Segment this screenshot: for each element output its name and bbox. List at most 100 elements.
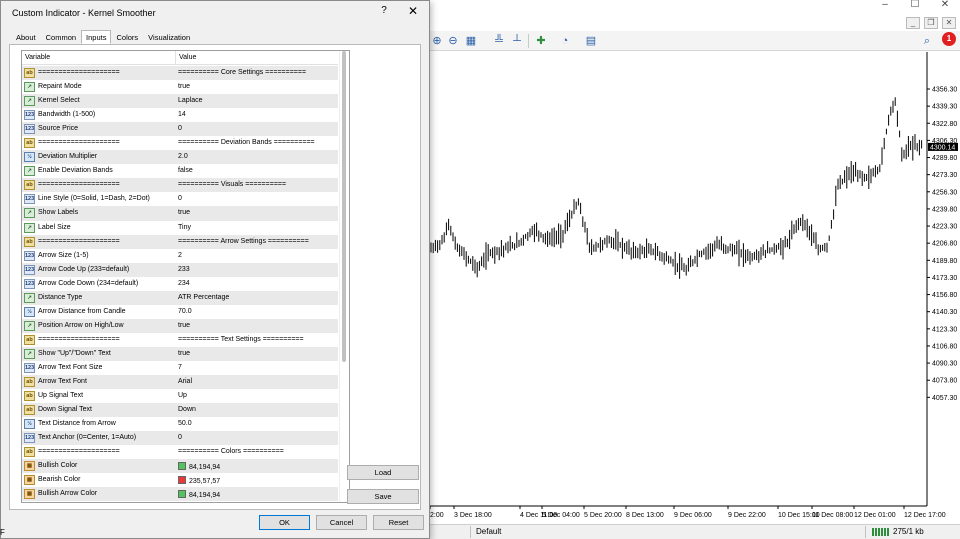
minimize-button[interactable]: – [870,0,900,12]
input-value[interactable]: 0 [178,434,182,441]
input-value[interactable]: ========== Colors ========== [178,448,284,455]
zoom-in-icon[interactable]: ⊕ [430,34,444,48]
tab-common[interactable]: Common [41,30,81,44]
input-row[interactable]: 123 Bandwidth (1-500) 14 [22,108,338,123]
notifications-icon[interactable]: 1 [942,32,956,46]
column-header-value[interactable]: Value [179,54,196,61]
input-row[interactable]: 123 Line Style (0=Solid, 1=Dash, 2=Dot) 0 [22,192,338,207]
period-separators-icon[interactable]: ┴ [510,34,524,48]
input-row[interactable]: 123 Text Anchor (0=Center, 1=Auto) 0 [22,431,338,446]
input-row[interactable]: 123 Arrow Size (1-5) 2 [22,248,338,263]
tab-visualization[interactable]: Visualization [143,30,195,44]
input-row[interactable]: ▦ Bearish Color 235,57,57 [22,473,338,488]
input-row[interactable]: ab Down Signal Text Down [22,403,338,418]
help-button[interactable]: ? [377,5,391,16]
input-row[interactable]: ↗ Enable Deviation Bands false [22,164,338,179]
input-value[interactable]: ========== Text Settings ========== [178,336,304,343]
input-value[interactable]: Arial [178,378,192,385]
input-row[interactable]: 123 Arrow Text Font Size 7 [22,360,338,376]
input-value[interactable]: 84,194,94 [178,490,220,499]
zoom-out-icon[interactable]: ⊖ [446,34,460,48]
input-value[interactable]: 235,57,57 [178,476,220,485]
scrollbar-thumb[interactable] [342,51,346,362]
chart-canvas[interactable]: 4356.304339.304322.804306.304289.804273.… [430,52,960,524]
tab-about[interactable]: About [11,30,41,44]
column-divider[interactable] [175,51,176,65]
input-value[interactable]: Tiny [178,224,191,231]
input-row[interactable]: ↗ Repaint Mode true [22,80,338,95]
input-row[interactable]: ½ Arrow Distance from Candle 70.0 [22,304,338,319]
input-value[interactable]: ========== Arrow Settings ========== [178,238,309,245]
input-row[interactable]: ½ Text Distance from Arrow 50.0 [22,417,338,432]
load-button[interactable]: Load [347,465,419,480]
templates-icon[interactable]: ▤ [584,34,598,48]
input-row[interactable]: ↗ Label Size Tiny [22,220,338,235]
reset-button[interactable]: Reset [373,515,424,530]
add-indicator-icon[interactable]: ✚ [534,34,548,48]
input-row[interactable]: 123 Arrow Code Up (233=default) 233 [22,262,338,277]
tab-inputs[interactable]: Inputs [81,30,112,44]
input-row[interactable]: ↗ Kernel Select Laplace [22,94,338,109]
input-row[interactable]: ▦ Bullish Color 84,194,94 [22,459,338,474]
input-value[interactable]: 2 [178,252,182,259]
input-value[interactable]: true [178,209,190,216]
close-dialog-button[interactable]: ✕ [405,4,421,18]
column-header-variable[interactable]: Variable [25,54,50,61]
input-row[interactable]: ab ==================== ========== Core Se… [22,66,338,81]
maximize-button[interactable]: ☐ [900,0,930,12]
input-row[interactable]: ab ==================== ========== Visuals… [22,178,338,193]
input-row[interactable]: ↗ Position Arrow on High/Low true [22,318,338,333]
input-row[interactable]: ½ Deviation Multiplier 2.0 [22,150,338,165]
input-value[interactable]: 7 [178,364,182,371]
input-row[interactable]: ab ==================== ========== Colors … [22,445,338,460]
input-row[interactable]: 123 Source Price 0 [22,122,338,137]
input-value[interactable]: Down [178,406,196,413]
input-value[interactable]: true [178,322,190,329]
input-value[interactable]: 70.0 [178,308,192,315]
input-row[interactable]: ↗ Show Labels true [22,206,338,221]
tile-windows-icon[interactable]: ▦ [464,34,478,48]
input-value[interactable]: 0 [178,195,182,202]
color-swatch[interactable] [178,490,186,499]
input-value[interactable]: false [178,167,193,174]
input-value[interactable]: ========== Core Settings ========== [178,69,306,76]
tab-colors[interactable]: Colors [111,30,143,44]
input-row[interactable]: 123 Arrow Code Down (234=default) 234 [22,276,338,291]
input-row[interactable]: ab Arrow Text Font Arial [22,375,338,390]
profile-name[interactable]: Default [476,527,501,536]
close-window-button[interactable]: ✕ [930,0,960,12]
input-value[interactable]: ATR Percentage [178,294,229,301]
chart-close-button[interactable]: ✕ [942,17,956,29]
color-swatch[interactable] [178,462,186,471]
input-row[interactable]: ab ==================== ========== Deviati… [22,136,338,151]
input-row[interactable]: ↗ Show "Up"/"Down" Text true [22,346,338,361]
input-row[interactable]: ab ==================== ========== Text Se… [22,332,338,347]
input-value[interactable]: true [178,350,190,357]
input-row[interactable]: ab Up Signal Text Up [22,389,338,404]
chart-restore-button[interactable]: ❐ [924,17,938,29]
period-separators-icon[interactable]: ╩ [492,34,506,48]
input-value[interactable]: true [178,83,190,90]
input-value[interactable]: ========== Visuals ========== [178,181,286,188]
input-value[interactable]: Up [178,392,187,399]
input-value[interactable]: 50.0 [178,420,192,427]
chart-minimize-button[interactable]: _ [906,17,920,29]
input-row[interactable]: ↗ Distance Type ATR Percentage [22,290,338,305]
inputs-scrollbar[interactable] [339,51,349,502]
input-row[interactable]: ab ==================== ========== Arrow S… [22,234,338,249]
input-value[interactable]: 234 [178,280,190,287]
input-value[interactable]: 0 [178,125,182,132]
clock-icon[interactable]: ◔ [558,34,572,48]
price-chart[interactable]: 4356.30 4339.30 4322.80 4306.30 4289.80 4273.… [430,52,960,524]
ok-button[interactable]: OK [259,515,310,530]
search-icon[interactable]: ⌕ [920,34,934,48]
input-row[interactable]: ▦ Bullish Arrow Color 84,194,94 [22,487,338,502]
input-value[interactable]: 84,194,94 [178,462,220,471]
color-swatch[interactable] [178,476,186,485]
input-value[interactable]: ========== Deviation Bands ========== [178,139,315,146]
save-button[interactable]: Save [347,489,419,504]
input-value[interactable]: 2.0 [178,153,188,160]
input-value[interactable]: 14 [178,111,186,118]
input-value[interactable]: Laplace [178,97,203,104]
cancel-button[interactable]: Cancel [316,515,367,530]
